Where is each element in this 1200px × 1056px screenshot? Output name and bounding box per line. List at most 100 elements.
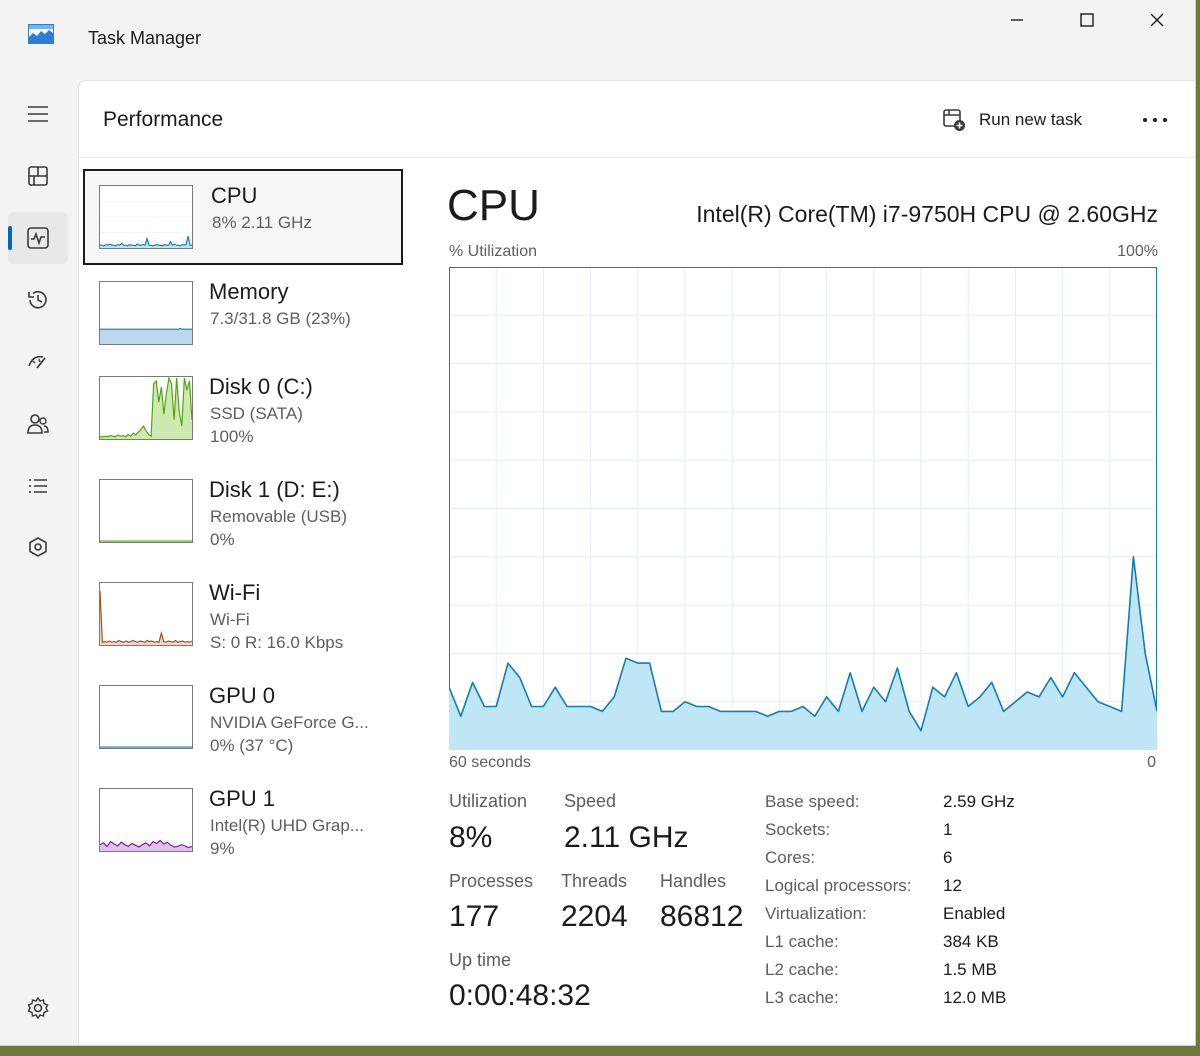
history-icon — [28, 290, 47, 309]
thumb-line — [100, 591, 192, 643]
task-manager-app-icon — [28, 24, 54, 44]
close-button[interactable] — [1122, 0, 1192, 40]
spec-label-base-speed: Base speed: — [765, 792, 860, 811]
spec-label-virtualization: Virtualization: — [765, 904, 867, 923]
title-bar[interactable]: Task Manager — [0, 0, 1195, 72]
device-cpu[interactable]: CPU 8% 2.11 GHz — [83, 169, 403, 265]
disk0-thumbnail-graph — [99, 376, 193, 440]
device-value: 100% — [210, 427, 254, 446]
device-subtitle: 8% 2.11 GHz — [212, 213, 312, 232]
disk1-thumbnail-graph — [99, 479, 193, 543]
close-icon — [1150, 13, 1164, 27]
cpu-model-name: Intel(R) Core(TM) i7-9750H CPU @ 2.60GHz — [696, 201, 1158, 227]
y-axis-label: % Utilization — [449, 243, 538, 260]
performance-icon — [27, 227, 49, 249]
device-memory[interactable]: Memory 7.3/31.8 GB (23%) — [83, 267, 403, 363]
x-axis-left-label: 60 seconds — [449, 754, 531, 771]
cpu-thumbnail-graph — [99, 185, 193, 249]
device-gpu-1[interactable]: GPU 1 Intel(R) UHD Grap... 9% — [83, 774, 403, 870]
nav-services[interactable] — [8, 522, 68, 574]
spec-label-cores: Cores: — [765, 848, 816, 867]
run-new-task-icon — [943, 109, 965, 131]
performance-page: Performance Run new task CPU 8% 2.11 GHz… — [78, 80, 1195, 1045]
details-list-icon — [29, 479, 47, 493]
device-subtitle: 7.3/31.8 GB (23%) — [210, 309, 351, 328]
navigation-rail — [0, 80, 76, 1045]
spec-value-l2-cache: 1.5 MB — [943, 960, 997, 979]
processes-value: 177 — [449, 900, 500, 933]
spec-value-sockets: 1 — [943, 820, 953, 839]
nav-users[interactable] — [8, 398, 68, 450]
speed-label: Speed — [564, 791, 617, 811]
minimize-button[interactable] — [982, 0, 1052, 40]
threads-value: 2204 — [561, 900, 628, 933]
more-options-button[interactable] — [1137, 103, 1173, 137]
device-disk-1[interactable]: Disk 1 (D: E:) Removable (USB) 0% — [83, 465, 403, 561]
device-subtitle: Intel(R) UHD Grap... — [210, 816, 364, 835]
spec-value-l1-cache: 384 KB — [943, 932, 999, 951]
spec-label-sockets: Sockets: — [765, 820, 831, 839]
processes-label: Processes — [449, 871, 534, 891]
device-wifi[interactable]: Wi-Fi Wi-Fi S: 0 R: 16.0 Kbps — [83, 568, 403, 664]
device-name: GPU 0 — [209, 683, 276, 708]
gear-icon — [27, 996, 49, 1020]
minimize-icon — [1011, 19, 1023, 21]
hamburger-icon — [28, 106, 48, 122]
handles-label: Handles — [660, 871, 727, 891]
task-manager-window: Task Manager Performance Run new task CP… — [0, 0, 1196, 1046]
nav-app-history[interactable] — [8, 274, 68, 326]
device-subtitle: Removable (USB) — [210, 507, 347, 526]
device-name: CPU — [211, 183, 258, 208]
gpu0-thumbnail-graph — [99, 685, 193, 749]
nav-details[interactable] — [8, 460, 68, 512]
spec-label-logical-processors: Logical processors: — [765, 876, 912, 895]
cpu-utilization-graph — [449, 267, 1157, 750]
nav-performance[interactable] — [8, 212, 68, 264]
active-indicator — [8, 226, 12, 250]
run-new-task-label: Run new task — [979, 110, 1082, 129]
device-value: 9% — [210, 839, 235, 858]
detail-title: CPU — [447, 181, 540, 230]
device-value: 0% (37 °C) — [210, 736, 294, 755]
device-subtitle: SSD (SATA) — [210, 404, 303, 423]
device-name: Disk 0 (C:) — [209, 374, 313, 399]
nav-settings[interactable] — [8, 982, 68, 1034]
speed-value: 2.11 GHz — [564, 821, 689, 854]
threads-label: Threads — [561, 871, 628, 891]
thumb-area — [100, 328, 192, 344]
spec-value-logical-processors: 12 — [943, 876, 962, 895]
device-value: 0% — [210, 530, 235, 549]
run-new-task-button[interactable]: Run new task — [941, 103, 1082, 137]
gpu1-thumbnail-graph — [99, 788, 193, 852]
x-axis-right-label: 0 — [1147, 754, 1156, 771]
y-axis-max-label: 100% — [1117, 243, 1158, 260]
nav-startup-apps[interactable] — [8, 336, 68, 388]
handles-value: 86812 — [660, 900, 744, 933]
page-title: Performance — [103, 108, 224, 131]
device-disk-0[interactable]: Disk 0 (C:) SSD (SATA) 100% — [83, 362, 403, 458]
processes-icon — [28, 166, 48, 186]
maximize-button[interactable] — [1052, 0, 1122, 40]
hamburger-menu-button[interactable] — [8, 88, 68, 140]
wifi-thumbnail-graph — [99, 582, 193, 646]
spec-value-virtualization: Enabled — [943, 904, 1006, 923]
memory-thumbnail-graph — [99, 281, 193, 345]
device-subtitle: NVIDIA GeForce G... — [210, 713, 369, 732]
maximize-icon — [1080, 13, 1094, 27]
speedometer-icon — [28, 355, 46, 369]
more-options-icon — [1143, 118, 1167, 122]
device-name: Memory — [209, 279, 289, 304]
uptime-value: 0:00:48:32 — [449, 979, 591, 1012]
device-gpu-0[interactable]: GPU 0 NVIDIA GeForce G... 0% (37 °C) — [83, 671, 403, 767]
users-icon — [27, 414, 49, 434]
utilization-label: Utilization — [449, 791, 528, 811]
device-name: Disk 1 (D: E:) — [209, 477, 340, 502]
nav-processes[interactable] — [8, 150, 68, 202]
utilization-value: 8% — [449, 821, 493, 854]
spec-value-l3-cache: 12.0 MB — [943, 988, 1007, 1007]
spec-value-base-speed: 2.59 GHz — [943, 792, 1015, 811]
device-name: Wi-Fi — [209, 580, 261, 605]
spec-value-cores: 6 — [943, 848, 953, 867]
device-value: S: 0 R: 16.0 Kbps — [210, 633, 344, 652]
thumb-area — [100, 591, 192, 645]
